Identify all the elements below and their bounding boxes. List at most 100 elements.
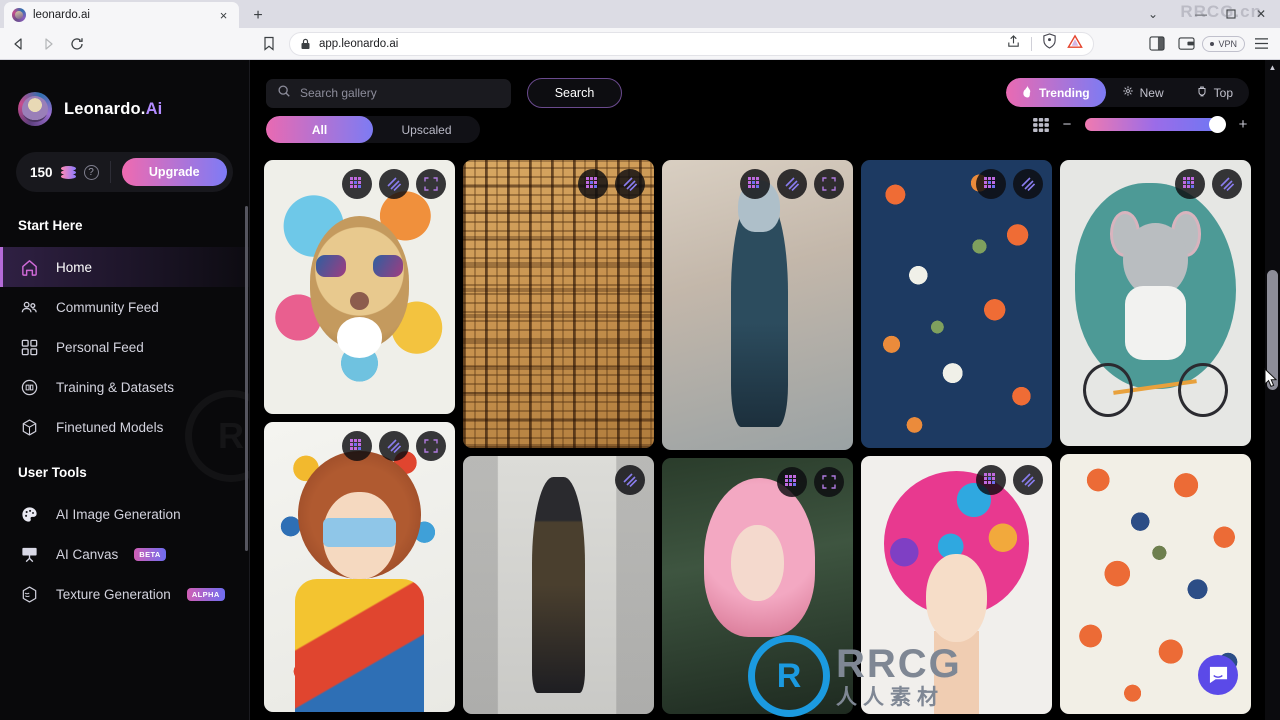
variation-icon[interactable] [379,169,409,199]
window-close-button[interactable]: ✕ [1246,0,1276,28]
expand-icon[interactable] [814,169,844,199]
chevron-down-icon[interactable]: ⌄ [1138,0,1168,28]
url-text: app.leonardo.ai [319,37,399,50]
sidebar-item-label: Training & Datasets [56,379,175,395]
expand-icon[interactable] [416,431,446,461]
sidebar-item-ai-image-generation[interactable]: AI Image Generation [0,494,249,534]
scrollbar-thumb[interactable] [1267,270,1278,390]
upscale-icon[interactable] [740,169,770,199]
search-input[interactable]: Search gallery [300,86,377,100]
variation-icon[interactable] [777,169,807,199]
variation-icon[interactable] [379,431,409,461]
browser-toolbar: app.leonardo.ai VPN [0,28,1280,60]
artwork-image [463,160,654,448]
leonardo-logo-icon [18,92,52,126]
variation-icon[interactable] [615,169,645,199]
new-tab-button[interactable]: + [245,4,271,28]
brand-header[interactable]: Leonardo.Ai [0,92,249,126]
card-actions [976,169,1043,199]
gallery-card-koala-bicycle[interactable] [1060,160,1251,446]
minimize-button[interactable]: — [1186,0,1216,28]
gallery-column [1060,160,1251,714]
upgrade-button[interactable]: Upgrade [121,158,227,186]
card-actions [615,465,645,495]
artwork-image [861,160,1052,448]
gallery-toolbar: Search gallery Search All Upscaled Trend… [250,60,1265,160]
expand-icon[interactable] [814,467,844,497]
share-icon[interactable] [1006,34,1021,54]
reload-icon[interactable] [64,31,90,57]
gallery-card-character-sheet[interactable] [463,456,654,714]
maximize-button[interactable] [1216,0,1246,28]
gallery-column [662,160,853,714]
scroll-up-arrow-icon[interactable]: ▲ [1265,60,1280,75]
brave-leo-icon[interactable] [1067,33,1084,54]
variation-icon[interactable] [1013,465,1043,495]
upscale-icon[interactable] [342,431,372,461]
sidebar-panel-icon[interactable] [1144,31,1170,57]
credits-panel: 150 ? Upgrade [16,152,233,192]
upscale-icon[interactable] [1175,169,1205,199]
help-icon[interactable]: ? [83,164,99,180]
upscale-icon[interactable] [976,169,1006,199]
tab-trending[interactable]: Trending [1005,78,1106,107]
sidebar-item-home[interactable]: Home [0,247,249,287]
variation-icon[interactable] [1212,169,1242,199]
hamburger-menu-icon[interactable] [1248,31,1274,57]
gallery-card-floral-pattern-navy[interactable] [861,160,1052,448]
wallet-icon[interactable] [1173,31,1199,57]
sidebar-item-label: Finetuned Models [56,419,164,435]
artwork-image [264,422,455,712]
zoom-slider-handle[interactable] [1209,116,1226,133]
section-label-user-tools: User Tools [18,465,87,480]
tab-top[interactable]: Top [1180,78,1249,107]
variation-icon[interactable] [1013,169,1043,199]
zoom-slider[interactable] [1085,116,1226,133]
gallery-card-lion-watercolor[interactable] [264,160,455,414]
forward-icon [35,31,61,57]
gallery-card-blue-hair-warrior[interactable] [662,160,853,450]
gallery-card-pink-hair-fairy[interactable] [662,458,853,714]
tab-all[interactable]: All [266,116,373,143]
upscale-icon[interactable] [342,169,372,199]
address-bar[interactable]: app.leonardo.ai [289,31,1095,56]
sidebar-scrollbar-thumb[interactable] [245,206,248,551]
back-icon[interactable] [6,31,32,57]
sidebar-item-label: Texture Generation [56,586,171,602]
sidebar-item-ai-canvas[interactable]: AI Canvas BETA [0,534,249,574]
expand-icon[interactable] [416,169,446,199]
tab-upscaled[interactable]: Upscaled [373,116,480,143]
gallery-card-girl-glasses-splash[interactable] [264,422,455,712]
tab-new[interactable]: New [1106,78,1180,107]
card-actions [777,467,844,497]
upscale-icon[interactable] [578,169,608,199]
upscale-icon[interactable] [976,465,1006,495]
page-viewport: Leonardo.Ai 150 ? Upgrade Start Here Hom… [0,60,1280,720]
sidebar-item-finetuned-models[interactable]: Finetuned Models [0,407,249,447]
sidebar-item-personal-feed[interactable]: Personal Feed [0,327,249,367]
search-button[interactable]: Search [527,78,622,108]
sidebar-item-texture-generation[interactable]: Texture Generation ALPHA [0,574,249,614]
chat-bubble-icon[interactable] [1198,655,1238,695]
gallery-card-hieroglyph-wall[interactable] [463,160,654,448]
zoom-out-button[interactable]: − [1061,116,1073,133]
browser-tab[interactable]: leonardo.ai × [4,2,239,28]
bookmark-icon[interactable] [256,31,282,57]
sidebar-item-community-feed[interactable]: Community Feed [0,287,249,327]
page-scrollbar[interactable]: ▲ [1265,60,1280,720]
search-input-wrapper[interactable]: Search gallery [266,78,511,108]
gallery-column [463,160,654,714]
palette-icon [18,503,40,525]
window-controls: ⌄ — ✕ [1138,0,1276,28]
brave-shield-icon[interactable] [1042,33,1057,54]
upscale-icon[interactable] [777,467,807,497]
vpn-toggle[interactable]: VPN [1202,35,1245,52]
artwork-image [1060,160,1251,446]
texture-cube-icon [18,583,40,605]
gallery-card-candy-hair-portrait[interactable] [861,456,1052,714]
close-icon[interactable]: × [216,8,231,23]
grid-density-icon[interactable] [1033,117,1049,132]
variation-icon[interactable] [615,465,645,495]
sidebar-item-training-datasets[interactable]: Training & Datasets [0,367,249,407]
zoom-in-button[interactable]: + [1237,116,1249,133]
